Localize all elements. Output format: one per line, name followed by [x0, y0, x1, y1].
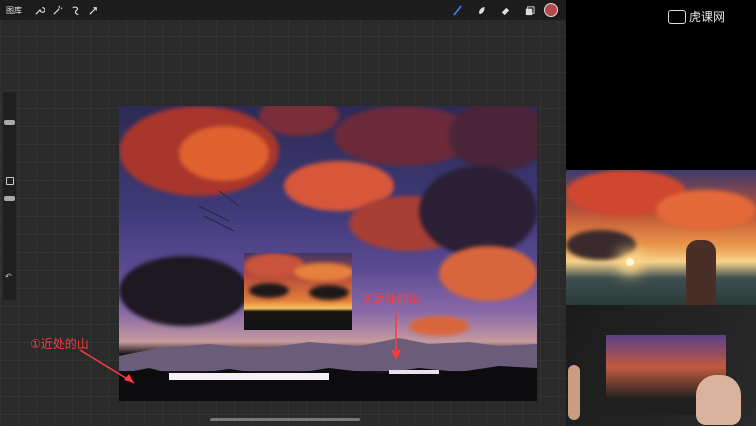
watermark-logo-icon: [668, 9, 686, 24]
near-mountain-arrowhead: [124, 374, 134, 383]
cloud: [656, 190, 756, 230]
reference-photo-inset: [566, 170, 756, 305]
hand: [696, 375, 741, 425]
sun: [626, 258, 634, 266]
home-indicator: [210, 418, 360, 421]
cloud: [566, 230, 636, 260]
near-mountain-label: ①近处的山: [30, 337, 89, 351]
annotation-overlay: [79, 312, 401, 384]
hand: [568, 365, 580, 420]
girl-figure: [686, 240, 716, 305]
far-mountain-arrowhead: [391, 350, 401, 360]
watermark: 虎课网: [668, 8, 725, 25]
hand-camera-inset: [566, 305, 756, 426]
procreate-app: 图库 ↶ ①近处的山 ②远处的山: [0, 0, 566, 426]
watermark-text: 虎课网: [689, 10, 726, 24]
far-mountain-label: ②远处的山: [362, 292, 421, 306]
